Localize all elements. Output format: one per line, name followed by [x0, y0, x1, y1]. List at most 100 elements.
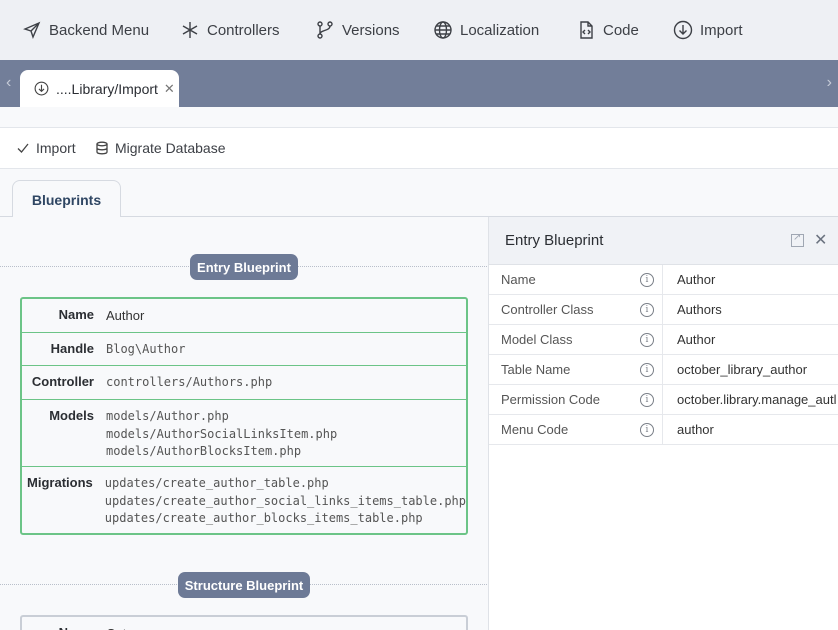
row-key: Name	[22, 617, 106, 630]
property-key: Controller Class i	[489, 294, 663, 325]
menu-item-label: Localization	[460, 21, 540, 39]
card-row-name: Name Author	[22, 299, 466, 333]
card-row-migrations: Migrations updates/create_author_table.p…	[22, 467, 466, 533]
property-value-input[interactable]: october.library.manage_autl	[663, 392, 838, 407]
migration-file: updates/create_author_blocks_items_table…	[104, 511, 423, 525]
property-value-input[interactable]: Authors	[663, 302, 838, 317]
row-value: Blog\Author	[106, 342, 186, 356]
tab-blueprints-label: Blueprints	[31, 191, 102, 208]
row-key: Name	[58, 307, 94, 322]
structure-blueprint-badge[interactable]: Structure Blueprint	[178, 572, 310, 598]
menu-item-label: Versions	[342, 21, 400, 39]
property-row: Model Class i Author	[489, 324, 838, 355]
row-value: models/Author.php models/AuthorSocialLin…	[106, 400, 466, 466]
card-row-handle: Handle Blog\Author	[22, 333, 466, 366]
scroll-left-icon[interactable]: ‹	[6, 74, 11, 92]
property-key: Model Class i	[489, 324, 663, 355]
menu-item-label: Import	[700, 21, 743, 39]
menu-item-label: Code	[603, 21, 639, 39]
property-key-label: Model Class	[501, 332, 573, 347]
migration-file: updates/create_author_table.php	[104, 476, 329, 490]
import-icon	[34, 81, 49, 96]
menu-item-import[interactable]: Import	[673, 0, 743, 60]
property-key-label: Menu Code	[501, 422, 569, 437]
menu-item-backend-menu[interactable]: Backend Menu	[22, 0, 149, 60]
model-file: models/Author.php	[106, 409, 229, 423]
menu-item-label: Backend Menu	[49, 21, 150, 39]
scroll-right-icon[interactable]: ›	[827, 74, 832, 92]
model-file: models/AuthorBlocksItem.php	[106, 444, 302, 458]
import-icon	[673, 20, 693, 40]
migrate-database-button-label: Migrate Database	[115, 140, 226, 156]
property-key-label: Permission Code	[501, 392, 600, 407]
info-icon[interactable]: i	[640, 422, 654, 437]
property-value-input[interactable]: author	[663, 422, 838, 437]
import-button[interactable]: Import	[16, 140, 76, 156]
info-icon[interactable]: i	[640, 392, 654, 407]
close-icon[interactable]: ✕	[814, 230, 827, 250]
property-key-label: Controller Class	[501, 302, 594, 317]
external-link-icon[interactable]	[791, 232, 804, 247]
property-row: Permission Code i october.library.manage_…	[489, 384, 838, 415]
property-value-input[interactable]: Author	[663, 332, 838, 347]
entry-blueprint-badge[interactable]: Entry Blueprint	[190, 254, 298, 280]
document-tab-import[interactable]: ....Library/Import ✕	[20, 70, 179, 107]
globe-icon	[434, 21, 452, 39]
property-row: Name i Author	[489, 264, 838, 295]
inspector-panel: Entry Blueprint ✕ Name i Author Controlle…	[489, 217, 838, 630]
property-key: Table Name i	[489, 354, 663, 385]
inspector-properties: Name i Author Controller Class i Authors M…	[489, 264, 838, 445]
property-key: Permission Code i	[489, 384, 663, 415]
content-tabs: Blueprints	[0, 169, 838, 218]
header-spacer	[0, 107, 838, 128]
info-icon[interactable]: i	[640, 332, 654, 347]
import-button-label: Import	[36, 140, 76, 156]
top-menu: Backend Menu Controllers Versions Locali…	[0, 0, 838, 60]
migration-file: updates/create_author_social_links_items…	[104, 493, 466, 508]
row-value: Author	[106, 308, 145, 323]
menu-item-localization[interactable]: Localization	[433, 0, 539, 60]
asterisk-icon	[182, 22, 198, 38]
database-icon	[96, 141, 108, 155]
migrate-database-button[interactable]: Migrate Database	[95, 140, 226, 156]
inspector-title: Entry Blueprint	[505, 232, 604, 249]
card-row-name: Name Cat	[22, 617, 466, 630]
menu-item-label: Controllers	[207, 21, 280, 39]
property-row: Table Name i october_library_author	[489, 354, 838, 385]
inspector-header: Entry Blueprint ✕	[489, 217, 838, 265]
blueprints-canvas[interactable]: Entry Blueprint Name Author Handle Blog\…	[0, 217, 489, 630]
entry-blueprint-card[interactable]: Name Author Handle Blog\Author Controlle…	[20, 297, 468, 535]
row-key: Controller	[31, 374, 94, 389]
property-key: Menu Code i	[489, 414, 663, 445]
row-key: Models	[49, 408, 94, 423]
model-file: models/AuthorSocialLinksItem.php	[106, 426, 338, 441]
property-key: Name i	[489, 264, 663, 295]
structure-blueprint-card[interactable]: Name Cat	[20, 615, 468, 630]
property-value-input[interactable]: october_library_author	[663, 362, 838, 377]
property-key-label: Table Name	[501, 362, 571, 377]
row-key: Migrations	[27, 475, 93, 490]
property-value-input[interactable]: Author	[663, 272, 838, 287]
menu-item-versions[interactable]: Versions	[315, 0, 400, 60]
menu-item-code[interactable]: Code	[576, 0, 639, 60]
info-icon[interactable]: i	[640, 272, 654, 287]
toolbar: Import Migrate Database	[0, 128, 838, 169]
tab-blueprints[interactable]: Blueprints	[12, 180, 121, 218]
menu-item-controllers[interactable]: Controllers	[180, 0, 280, 60]
info-icon[interactable]: i	[640, 302, 654, 317]
card-row-models: Models models/Author.php models/AuthorSo…	[22, 400, 466, 467]
document-tab-strip: ‹ ....Library/Import ✕ ›	[0, 60, 838, 107]
row-value: updates/create_author_table.php updates/…	[105, 467, 466, 533]
property-row: Menu Code i author	[489, 414, 838, 445]
info-icon[interactable]: i	[640, 362, 654, 377]
row-value: controllers/Authors.php	[106, 375, 273, 389]
check-icon	[17, 143, 29, 153]
send-icon	[23, 21, 41, 39]
row-value: Cat	[106, 617, 466, 630]
property-row: Controller Class i Authors	[489, 294, 838, 325]
close-icon[interactable]: ✕	[164, 81, 175, 97]
git-branch-icon	[317, 21, 333, 39]
code-file-icon	[580, 21, 593, 39]
document-tab-label: ....Library/Import	[56, 80, 158, 97]
card-row-controller: Controller controllers/Authors.php	[22, 366, 466, 400]
